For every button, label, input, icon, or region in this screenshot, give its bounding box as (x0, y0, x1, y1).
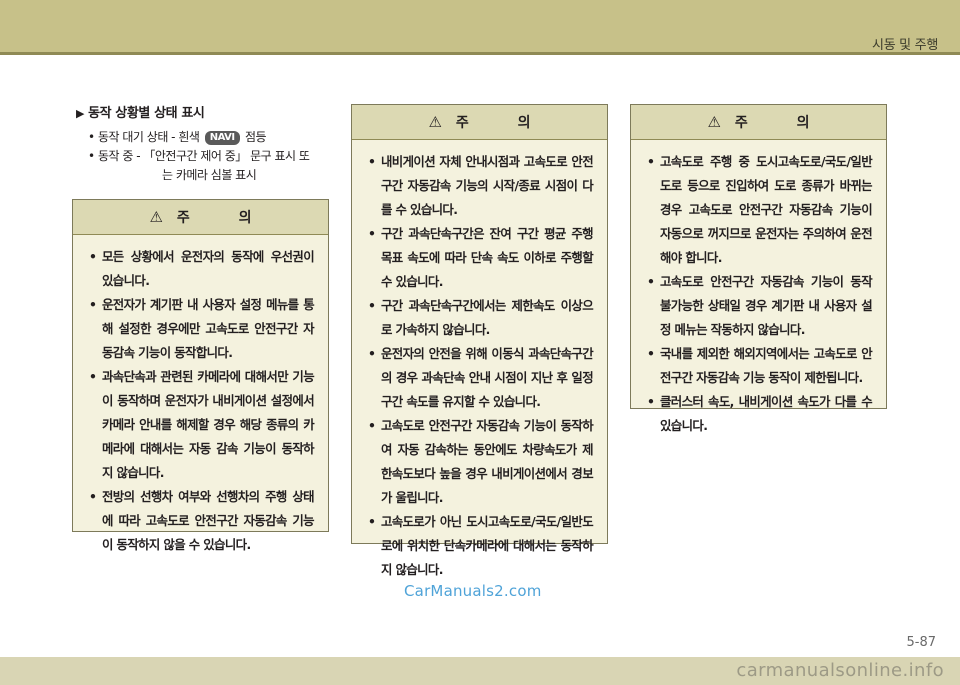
caution-item: 고속도로 안전구간 자동감속 기능이 동작 불가능한 상태일 경우 계기판 내 … (647, 270, 873, 342)
caution-box-left: ⚠ 주 의 모든 상황에서 운전자의 동작에 우선권이 있습니다. 운전자가 계… (72, 199, 329, 552)
caution-item: 고속도로 안전구간 자동감속 기능이 동작하여 자동 감속하는 동안에도 차량속… (368, 414, 594, 510)
caution-header: ⚠ 주 의 (73, 200, 328, 235)
caution-header: ⚠ 주 의 (631, 105, 886, 140)
footer-watermark: carmanualsonline.info (736, 660, 944, 681)
caution-title: 주 의 (734, 115, 832, 131)
status-item-standby-text: 동작 대기 상태 - 흰색 (98, 130, 200, 144)
status-heading: ▶ 동작 상황별 상태 표시 (76, 102, 205, 121)
caution-box-right: ⚠ 주 의 고속도로 주행 중 도시고속도로/국도/일반도로 등으로 진입하여 … (630, 104, 887, 433)
caution-item: 구간 과속단속구간은 잔여 구간 평균 주행 목표 속도에 따라 단속 속도 이… (368, 222, 594, 294)
caution-item: 전방의 선행차 여부와 선행차의 주행 상태에 따라 고속도로 안전구간 자동감… (89, 485, 315, 557)
caution-box-middle: ⚠ 주 의 내비게이션 자체 안내시점과 고속도로 안전구간 자동감속 기능의 … (351, 104, 608, 577)
header-rule (0, 52, 960, 55)
caution-item: 클러스터 속도, 내비게이션 속도가 다를 수 있습니다. (647, 390, 873, 438)
caution-item: 구간 과속단속구간에서는 제한속도 이상으로 가속하지 않습니다. (368, 294, 594, 342)
status-heading-text: 동작 상황별 상태 표시 (88, 106, 205, 121)
section-title: 시동 및 주행 (872, 38, 938, 53)
caution-item: 모든 상황에서 운전자의 동작에 우선권이 있습니다. (89, 245, 315, 293)
status-item-standby: 동작 대기 상태 - 흰색 NAVI 점등 (88, 128, 348, 147)
caution-title: 주 의 (176, 210, 274, 226)
caution-item: 운전자의 안전을 위해 이동식 과속단속구간의 경우 과속단속 안내 시점이 지… (368, 342, 594, 414)
navi-badge: NAVI (204, 131, 240, 145)
header-band (0, 0, 960, 52)
status-item-active-continued: 는 카메라 심볼 표시 (162, 168, 257, 182)
watermark-link[interactable]: CarManuals2.com (404, 582, 542, 600)
caution-title: 주 의 (455, 115, 553, 131)
triangle-marker-icon: ▶ (76, 107, 85, 120)
warning-triangle-icon: ⚠ (149, 208, 163, 226)
status-item-standby-suffix: 점등 (244, 130, 267, 144)
caution-item: 고속도로 주행 중 도시고속도로/국도/일반도로 등으로 진입하여 도로 종류가… (647, 150, 873, 270)
caution-item: 과속단속과 관련된 카메라에 대해서만 기능이 동작하며 운전자가 내비게이션 … (89, 365, 315, 485)
caution-header: ⚠ 주 의 (352, 105, 607, 140)
status-list: 동작 대기 상태 - 흰색 NAVI 점등 동작 중 - 「안전구간 제어 중」… (88, 128, 348, 166)
caution-list: 내비게이션 자체 안내시점과 고속도로 안전구간 자동감속 기능의 시작/종료 … (352, 140, 607, 590)
status-item-active: 동작 중 - 「안전구간 제어 중」 문구 표시 또 (88, 147, 348, 166)
caution-list: 고속도로 주행 중 도시고속도로/국도/일반도로 등으로 진입하여 도로 종류가… (631, 140, 886, 446)
warning-triangle-icon: ⚠ (707, 113, 721, 131)
caution-item: 고속도로가 아닌 도시고속도로/국도/일반도로에 위치한 단속카메라에 대해서는… (368, 510, 594, 582)
status-item-active-text: 동작 중 - 「안전구간 제어 중」 문구 표시 또 (98, 149, 310, 163)
caution-item: 내비게이션 자체 안내시점과 고속도로 안전구간 자동감속 기능의 시작/종료 … (368, 150, 594, 222)
page-number: 5-87 (906, 635, 936, 650)
warning-triangle-icon: ⚠ (428, 113, 442, 131)
caution-item: 국내를 제외한 해외지역에서는 고속도로 안전구간 자동감속 기능 동작이 제한… (647, 342, 873, 390)
caution-item: 운전자가 계기판 내 사용자 설정 메뉴를 통해 설정한 경우에만 고속도로 안… (89, 293, 315, 365)
caution-list: 모든 상황에서 운전자의 동작에 우선권이 있습니다. 운전자가 계기판 내 사… (73, 235, 328, 565)
